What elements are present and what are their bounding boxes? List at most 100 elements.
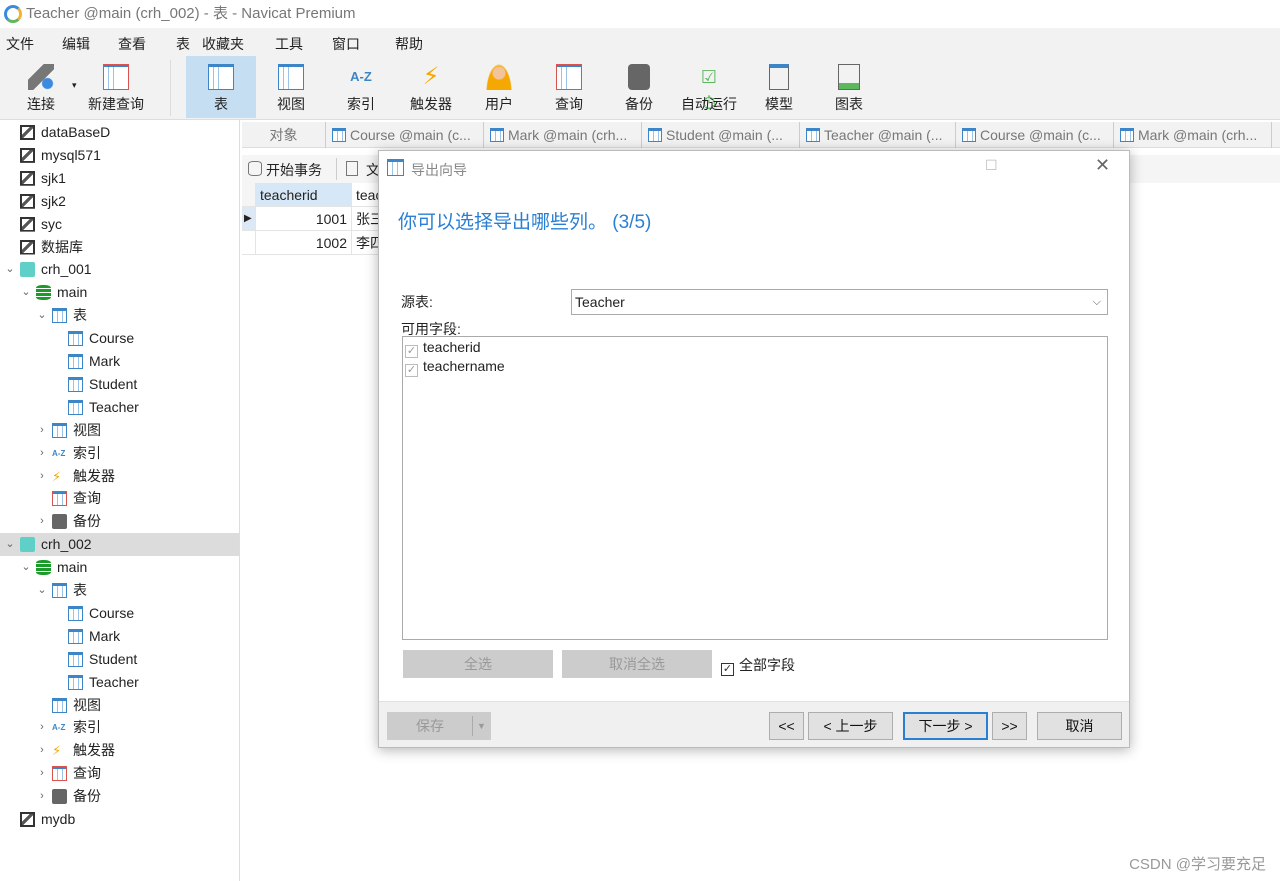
tree-item-mydb[interactable]: mydb (0, 808, 239, 831)
toolbar-model[interactable]: 模型 (746, 56, 812, 118)
main-toolbar: 连接 ▾ 新建查询 表 视图 A-Z 索引 ⚡ 触发器 用户 查询 备份 ☑⏱ 自动运… (0, 56, 1280, 120)
toolbar-backup[interactable]: 备份 (606, 56, 672, 118)
menu-tools[interactable]: 工具 (275, 34, 303, 54)
next-button[interactable]: 下一步 > (903, 712, 988, 740)
chevron-down-icon[interactable]: ⌄ (4, 258, 16, 281)
tree-item-[interactable]: › ⚡ 触发器 (0, 465, 239, 488)
save-button[interactable]: 保存 ▼ (387, 712, 491, 740)
fields-list[interactable]: ✓ teacherid ✓ teachername (402, 336, 1108, 640)
tree-item-sjk2[interactable]: sjk2 (0, 190, 239, 213)
checkbox-checked-icon[interactable]: ✓ (405, 364, 418, 377)
field-item-teachername[interactable]: ✓ teachername (405, 358, 505, 377)
maximize-icon[interactable]: ☐ (985, 157, 998, 174)
tree-item-[interactable]: › A-Z 索引 (0, 442, 239, 465)
tree-item-[interactable]: › 备份 (0, 510, 239, 533)
connect-dropdown-icon[interactable]: ▾ (72, 80, 77, 91)
tree-item-student[interactable]: Student (0, 648, 239, 671)
menu-help[interactable]: 帮助 (395, 34, 423, 54)
tree-item-[interactable]: 数据库 (0, 236, 239, 259)
tab-objects[interactable]: 对象 (242, 122, 326, 148)
toolbar-chart[interactable]: 图表 (816, 56, 882, 118)
grid-cell[interactable]: 1002 (256, 231, 352, 255)
select-all-button[interactable]: 全选 (403, 650, 553, 678)
begin-transaction-button[interactable]: 开始事务 (266, 160, 322, 180)
toolbar-label: 表 (214, 96, 228, 112)
chevron-right-icon[interactable]: › (36, 762, 48, 785)
chevron-down-icon[interactable]: ⌄ (36, 304, 48, 327)
chevron-right-icon[interactable]: › (36, 785, 48, 808)
tree-item-main[interactable]: ⌄ main (0, 281, 239, 304)
menu-favorites[interactable]: 收藏夹 (202, 34, 244, 54)
chevron-right-icon[interactable]: › (36, 716, 48, 739)
toolbar-automation[interactable]: ☑⏱ 自动运行 (676, 56, 742, 118)
tab-course-2[interactable]: Course @main (c... (956, 122, 1114, 148)
chevron-down-icon[interactable]: ⌄ (20, 556, 32, 579)
column-header[interactable]: teacherid (256, 183, 352, 207)
tree-item-course[interactable]: Course (0, 327, 239, 350)
checkbox-checked-icon[interactable]: ✓ (405, 345, 418, 358)
chevron-right-icon[interactable]: › (36, 419, 48, 442)
tree-item-teacher[interactable]: Teacher (0, 396, 239, 419)
tree-item-student[interactable]: Student (0, 373, 239, 396)
save-dropdown-icon[interactable]: ▼ (472, 716, 490, 736)
tree-item-syc[interactable]: syc (0, 213, 239, 236)
menu-edit[interactable]: 编辑 (62, 34, 90, 54)
chevron-right-icon[interactable]: › (36, 739, 48, 762)
tree-item-[interactable]: ⌄ 表 (0, 304, 239, 327)
tree-item-teacher[interactable]: Teacher (0, 671, 239, 694)
chevron-down-icon[interactable]: ⌄ (4, 533, 16, 556)
tree-item-crh_002[interactable]: ⌄ crh_002 (0, 533, 239, 557)
toolbar-connect[interactable]: 连接 (16, 56, 66, 118)
tab-mark-2[interactable]: Mark @main (crh... (1114, 122, 1272, 148)
toolbar-trigger[interactable]: ⚡ 触发器 (396, 56, 466, 118)
tree-item-main[interactable]: ⌄ main (0, 556, 239, 579)
menu-view[interactable]: 查看 (118, 34, 146, 54)
close-icon[interactable]: ✕ (1095, 155, 1110, 176)
tree-item-databased[interactable]: dataBaseD (0, 121, 239, 144)
tree-item-[interactable]: › 查询 (0, 762, 239, 785)
tree-item-[interactable]: › 视图 (0, 419, 239, 442)
tab-student[interactable]: Student @main (... (642, 122, 800, 148)
chevron-down-icon[interactable]: ⌄ (36, 579, 48, 602)
toolbar-index[interactable]: A-Z 索引 (326, 56, 396, 118)
tree-item-mark[interactable]: Mark (0, 350, 239, 373)
tab-course[interactable]: Course @main (c... (326, 122, 484, 148)
tree-item-crh_001[interactable]: ⌄ crh_001 (0, 258, 239, 281)
chevron-right-icon[interactable]: › (36, 465, 48, 488)
tree-item-[interactable]: › A-Z 索引 (0, 716, 239, 739)
field-item-teacherid[interactable]: ✓ teacherid (405, 339, 481, 358)
tab-mark[interactable]: Mark @main (crh... (484, 122, 642, 148)
chevron-right-icon[interactable]: › (36, 442, 48, 465)
toolbar-query[interactable]: 查询 (536, 56, 602, 118)
tree-item-[interactable]: 查询 (0, 487, 239, 510)
tree-item-mysql571[interactable]: mysql571 (0, 144, 239, 167)
toolbar-table[interactable]: 表 (186, 56, 256, 118)
chevron-down-icon[interactable]: ⌄ (20, 281, 32, 304)
navigation-tree[interactable]: dataBaseD mysql571 sjk1 sjk2 syc 数据库 ⌄ crh_001 ⌄… (0, 120, 240, 881)
toolbar-view[interactable]: 视图 (256, 56, 326, 118)
tab-teacher[interactable]: Teacher @main (... (800, 122, 956, 148)
tree-item-[interactable]: › ⚡ 触发器 (0, 739, 239, 762)
tree-item-[interactable]: › 备份 (0, 785, 239, 808)
cancel-button[interactable]: 取消 (1037, 712, 1122, 740)
tree-item-[interactable]: ⌄ 表 (0, 579, 239, 602)
tree-item-[interactable]: 视图 (0, 694, 239, 717)
mysql-connection-icon (20, 193, 35, 209)
tree-item-mark[interactable]: Mark (0, 625, 239, 648)
source-table-select[interactable]: Teacher ⌵ (571, 289, 1108, 315)
chevron-right-icon[interactable]: › (36, 510, 48, 533)
menu-table[interactable]: 表 (176, 34, 190, 54)
data-grid[interactable]: teacherid teac ▶ 1001 张三 1002 李四 (242, 183, 392, 255)
tree-item-sjk1[interactable]: sjk1 (0, 167, 239, 190)
first-step-button[interactable]: << (769, 712, 804, 740)
all-fields-checkbox[interactable]: ✓ 全部字段 (721, 655, 795, 676)
back-button[interactable]: < 上一步 (808, 712, 893, 740)
toolbar-user[interactable]: 用户 (466, 56, 532, 118)
deselect-all-button[interactable]: 取消全选 (562, 650, 712, 678)
last-step-button[interactable]: >> (992, 712, 1027, 740)
grid-cell[interactable]: 1001 (256, 207, 352, 231)
menu-window[interactable]: 窗口 (332, 34, 360, 54)
toolbar-new-query[interactable]: 新建查询 (84, 56, 148, 118)
tree-item-course[interactable]: Course (0, 602, 239, 625)
menu-file[interactable]: 文件 (6, 34, 34, 54)
